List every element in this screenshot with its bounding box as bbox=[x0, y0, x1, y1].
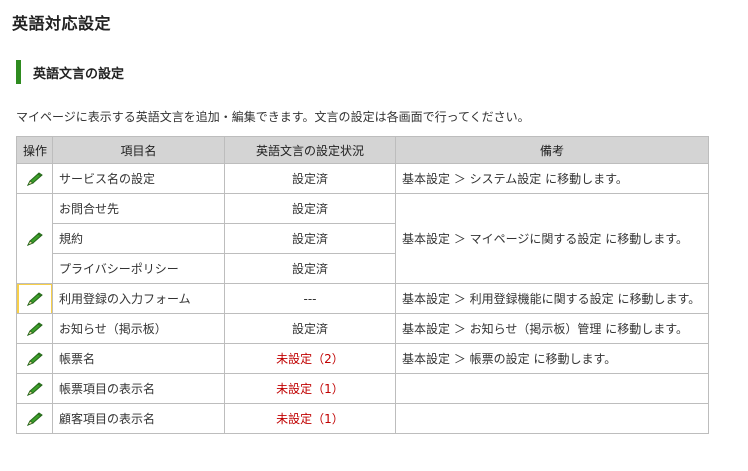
status-value: 設定済 bbox=[224, 223, 396, 254]
edit-button[interactable] bbox=[25, 231, 45, 247]
note-text: 基本設定 ＞ システム設定 に移動します。 bbox=[395, 163, 709, 194]
header-note: 備考 bbox=[395, 136, 709, 164]
pencil-icon bbox=[26, 411, 43, 426]
table-row: お知らせ（掲示板） 設定済 基本設定 ＞ お知らせ（掲示板）管理 に移動します。 bbox=[16, 313, 709, 344]
section-accent-bar bbox=[16, 60, 21, 84]
item-name: プライバシーポリシー bbox=[52, 253, 225, 284]
note-text bbox=[395, 373, 709, 404]
pencil-icon bbox=[26, 321, 43, 336]
item-name: お問合せ先 bbox=[52, 193, 225, 224]
note-text: 基本設定 ＞ 帳票の設定 に移動します。 bbox=[395, 343, 709, 374]
status-value: 未設定（2） bbox=[224, 343, 396, 374]
edit-button[interactable] bbox=[25, 351, 45, 367]
header-status: 英語文言の設定状況 bbox=[224, 136, 396, 164]
status-value: --- bbox=[224, 283, 396, 314]
table-row: 帳票項目の表示名 未設定（1） bbox=[16, 373, 709, 404]
edit-cell[interactable] bbox=[16, 193, 53, 284]
edit-cell[interactable] bbox=[16, 163, 53, 194]
note-text: 基本設定 ＞ 利用登録機能に関する設定 に移動します。 bbox=[395, 283, 709, 314]
note-text: 基本設定 ＞ マイページに関する設定 に移動します。 bbox=[395, 193, 709, 284]
status-value: 設定済 bbox=[224, 313, 396, 344]
edit-button[interactable] bbox=[25, 411, 45, 427]
status-value: 設定済 bbox=[224, 253, 396, 284]
status-value: 設定済 bbox=[224, 163, 396, 194]
pencil-icon bbox=[26, 291, 43, 306]
table-row: 帳票名 未設定（2） 基本設定 ＞ 帳票の設定 に移動します。 bbox=[16, 343, 709, 374]
table-row: サービス名の設定 設定済 基本設定 ＞ システム設定 に移動します。 bbox=[16, 163, 709, 194]
description-text: マイページに表示する英語文言を追加・編集できます。文言の設定は各画面で行ってくだ… bbox=[16, 110, 530, 124]
edit-button[interactable] bbox=[25, 321, 45, 337]
pencil-icon bbox=[26, 381, 43, 396]
edit-cell[interactable] bbox=[16, 283, 53, 314]
pencil-icon bbox=[26, 351, 43, 366]
table-row: 顧客項目の表示名 未設定（1） bbox=[16, 403, 709, 434]
edit-button[interactable] bbox=[25, 171, 45, 187]
section-heading: 英語文言の設定 bbox=[16, 60, 124, 84]
edit-cell[interactable] bbox=[16, 313, 53, 344]
item-name: サービス名の設定 bbox=[52, 163, 225, 194]
pencil-icon bbox=[26, 171, 43, 186]
edit-cell[interactable] bbox=[16, 343, 53, 374]
edit-cell[interactable] bbox=[16, 373, 53, 404]
item-name: 帳票名 bbox=[52, 343, 225, 374]
item-name: 規約 bbox=[52, 223, 225, 254]
note-text bbox=[395, 403, 709, 434]
header-item: 項目名 bbox=[52, 136, 225, 164]
section-title: 英語文言の設定 bbox=[33, 66, 125, 82]
page-title: 英語対応設定 bbox=[12, 14, 112, 33]
status-value: 設定済 bbox=[224, 193, 396, 224]
status-value: 未設定（1） bbox=[224, 373, 396, 404]
note-text: 基本設定 ＞ お知らせ（掲示板）管理 に移動します。 bbox=[395, 313, 709, 344]
pencil-icon bbox=[26, 231, 43, 246]
item-name: お知らせ（掲示板） bbox=[52, 313, 225, 344]
table-header-row: 操作 項目名 英語文言の設定状況 備考 bbox=[16, 136, 709, 164]
item-name: 帳票項目の表示名 bbox=[52, 373, 225, 404]
edit-cell[interactable] bbox=[16, 403, 53, 434]
item-name: 利用登録の入力フォーム bbox=[52, 283, 225, 314]
status-value: 未設定（1） bbox=[224, 403, 396, 434]
header-op: 操作 bbox=[16, 136, 53, 164]
item-name: 顧客項目の表示名 bbox=[52, 403, 225, 434]
table-row: お問合せ先 設定済 基本設定 ＞ マイページに関する設定 に移動します。 bbox=[16, 193, 709, 284]
edit-button[interactable] bbox=[25, 381, 45, 397]
edit-button-highlighted[interactable] bbox=[17, 284, 52, 313]
english-settings-table: 操作 項目名 英語文言の設定状況 備考 サービス名の設定 設定済 基本設定 ＞ … bbox=[16, 136, 709, 434]
table-row: 利用登録の入力フォーム --- 基本設定 ＞ 利用登録機能に関する設定 に移動し… bbox=[16, 283, 709, 314]
